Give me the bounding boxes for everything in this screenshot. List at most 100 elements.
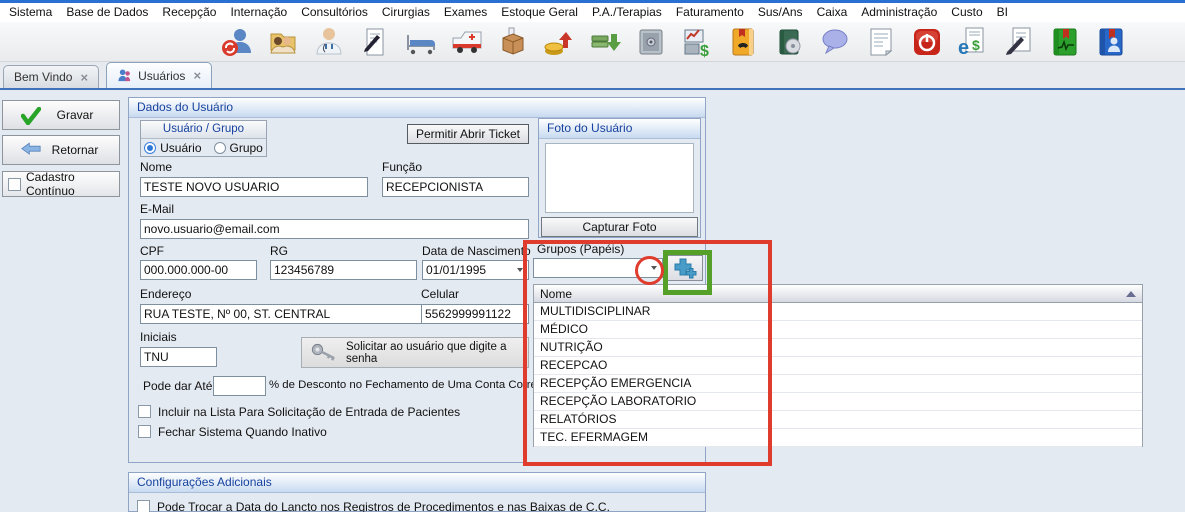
sort-ascending-icon[interactable] xyxy=(1126,291,1136,297)
menu-faturamento[interactable]: Faturamento xyxy=(669,3,751,22)
birthdate-label: Data de Nascimento xyxy=(422,244,531,258)
arrow-left-icon xyxy=(21,142,41,158)
chevron-down-icon[interactable] xyxy=(651,266,657,270)
contract-icon[interactable] xyxy=(359,26,391,58)
include-list-checkbox[interactable] xyxy=(138,405,151,418)
save-button-label: Gravar xyxy=(41,108,119,122)
checkbox-icon[interactable] xyxy=(8,178,21,191)
tab-close-icon[interactable]: × xyxy=(193,69,201,82)
menu-base-de-dados[interactable]: Base de Dados xyxy=(59,3,155,22)
rg-input[interactable] xyxy=(270,260,417,280)
discount-input[interactable] xyxy=(213,376,266,396)
back-button-label: Retornar xyxy=(41,143,119,157)
patients-folder-icon[interactable] xyxy=(267,26,299,58)
tab-usuarios[interactable]: Usuários × xyxy=(106,62,212,88)
group-row[interactable]: MÉDICO xyxy=(534,321,1142,339)
menu-recep-o[interactable]: Recepção xyxy=(155,3,223,22)
save-button[interactable]: Gravar xyxy=(2,100,120,130)
e-invoice-icon[interactable]: e$ xyxy=(957,26,989,58)
sign-document-icon[interactable] xyxy=(1003,26,1035,58)
request-password-button[interactable]: Solicitar ao usuário que digite a senha xyxy=(301,337,529,368)
tab-bem-vindo[interactable]: Bem Vindo × xyxy=(3,65,99,88)
groups-list-header-label: Nome xyxy=(540,287,572,301)
discount-suffix-label: % de Desconto no Fechamento de Uma Conta… xyxy=(269,379,553,391)
continuous-register-checkbox[interactable]: Cadastro Contínuo xyxy=(2,171,120,197)
menu-sistema[interactable]: Sistema xyxy=(2,3,59,22)
phone-directory-icon[interactable] xyxy=(727,26,759,58)
menu-caixa[interactable]: Caixa xyxy=(810,3,855,22)
group-row[interactable]: MULTIDISCIPLINAR xyxy=(534,303,1142,321)
menu-estoque-geral[interactable]: Estoque Geral xyxy=(494,3,585,22)
capture-photo-button[interactable]: Capturar Foto xyxy=(541,217,698,237)
back-button[interactable]: Retornar xyxy=(2,135,120,165)
group-row[interactable]: RECEPCAO xyxy=(534,357,1142,375)
group-row[interactable]: RELATÓRIOS xyxy=(534,411,1142,429)
cpf-label: CPF xyxy=(140,244,164,258)
app-window: SistemaBase de DadosRecepçãoInternaçãoCo… xyxy=(0,0,1185,512)
invoice-icon[interactable] xyxy=(865,26,897,58)
rg-label: RG xyxy=(270,244,288,258)
radio-grupo-label: Grupo xyxy=(230,141,263,155)
stock-supplies-icon[interactable] xyxy=(497,26,529,58)
birthdate-combo[interactable]: 01/01/1995 xyxy=(422,260,529,280)
check-icon xyxy=(21,107,41,123)
group-row[interactable]: NUTRIÇÃO xyxy=(534,339,1142,357)
birthdate-value: 01/01/1995 xyxy=(426,263,517,277)
menu-bi[interactable]: BI xyxy=(990,3,1015,22)
endereco-label: Endereço xyxy=(140,287,191,301)
nome-input[interactable] xyxy=(140,177,368,197)
menu-p-a-terapias[interactable]: P.A./Terapias xyxy=(585,3,669,22)
menu-exames[interactable]: Exames xyxy=(437,3,494,22)
radio-selected-icon[interactable] xyxy=(144,142,156,154)
funcao-input[interactable] xyxy=(382,177,529,197)
email-input[interactable] xyxy=(140,219,529,239)
safe-icon[interactable] xyxy=(635,26,667,58)
radio-usuario[interactable]: Usuário xyxy=(144,141,201,155)
group-row[interactable]: RECEPÇÃO EMERGENCIA xyxy=(534,375,1142,393)
close-inactive-checkbox[interactable] xyxy=(138,425,151,438)
celular-input[interactable] xyxy=(421,304,529,324)
tab-bem-vindo-label: Bem Vindo xyxy=(14,70,72,84)
manual-book-icon[interactable] xyxy=(773,26,805,58)
health-log-icon[interactable] xyxy=(1049,26,1081,58)
endereco-input[interactable] xyxy=(140,304,428,324)
additional-settings-panel: Configurações Adicionais Pode Trocar a D… xyxy=(128,472,706,512)
groups-list-rows: MULTIDISCIPLINARMÉDICONUTRIÇÃORECEPCAORE… xyxy=(534,303,1142,447)
menu-consult-rios[interactable]: Consultórios xyxy=(294,3,375,22)
menu-interna-o[interactable]: Internação xyxy=(223,3,294,22)
allow-ticket-button[interactable]: Permitir Abrir Ticket xyxy=(407,124,529,144)
add-group-button[interactable] xyxy=(666,255,703,281)
group-row[interactable]: TEC. EFERMAGEM xyxy=(534,429,1142,447)
contacts-book-icon[interactable] xyxy=(1095,26,1127,58)
tab-close-icon[interactable]: × xyxy=(80,71,88,84)
hospital-bed-icon[interactable] xyxy=(405,26,437,58)
photo-panel: Foto do Usuário Capturar Foto xyxy=(538,118,701,238)
nome-label: Nome xyxy=(140,160,172,174)
chevron-down-icon[interactable] xyxy=(517,268,523,272)
menu-administra-o[interactable]: Administração xyxy=(854,3,944,22)
request-password-label: Solicitar ao usuário que digite a senha xyxy=(346,341,528,365)
menu-sus-ans[interactable]: Sus/Ans xyxy=(751,3,810,22)
cash-register-icon[interactable]: $ xyxy=(681,26,713,58)
menu-cirurgias[interactable]: Cirurgias xyxy=(375,3,437,22)
doctor-icon[interactable] xyxy=(313,26,345,58)
revenue-up-icon[interactable] xyxy=(543,26,575,58)
users-sync-icon[interactable] xyxy=(221,26,253,58)
expense-down-icon[interactable] xyxy=(589,26,621,58)
menu-custo[interactable]: Custo xyxy=(944,3,989,22)
power-icon[interactable] xyxy=(911,26,943,58)
radio-icon[interactable] xyxy=(214,142,226,154)
photo-placeholder xyxy=(545,143,694,213)
cpf-input[interactable] xyxy=(140,260,257,280)
user-group-typebox-title: Usuário / Grupo xyxy=(141,121,266,139)
groups-dropdown[interactable] xyxy=(533,258,663,278)
groups-list-header[interactable]: Nome xyxy=(534,285,1142,303)
chat-icon[interactable] xyxy=(819,26,851,58)
change-date-checkbox[interactable] xyxy=(137,500,150,512)
group-row[interactable]: RECEPÇÃO LABORATORIO xyxy=(534,393,1142,411)
iniciais-input[interactable] xyxy=(140,347,217,367)
groups-list: Nome MULTIDISCIPLINARMÉDICONUTRIÇÃORECEP… xyxy=(533,284,1143,447)
ambulance-icon[interactable] xyxy=(451,26,483,58)
user-data-panel-title: Dados do Usuário xyxy=(129,98,705,118)
radio-grupo[interactable]: Grupo xyxy=(214,141,263,155)
